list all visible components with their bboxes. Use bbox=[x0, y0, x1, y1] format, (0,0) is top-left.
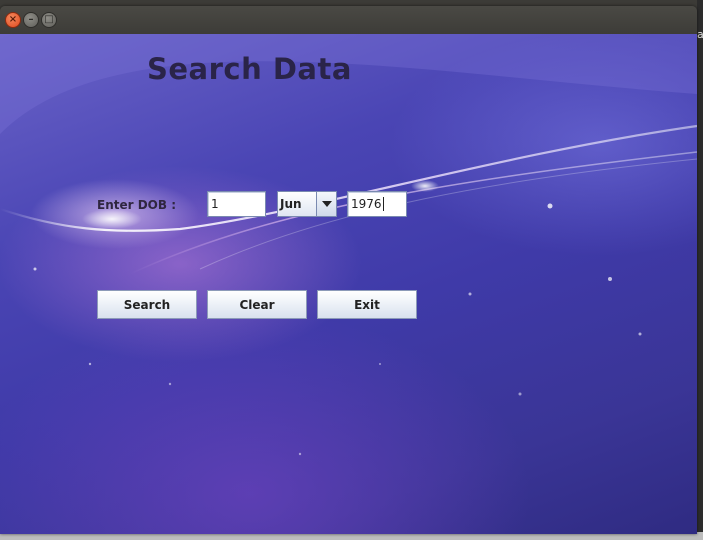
month-select[interactable]: Jun bbox=[277, 191, 337, 217]
page-title: Search Data bbox=[147, 52, 352, 86]
maximize-icon: □ bbox=[44, 14, 54, 25]
desktop-text-fragment: a bbox=[697, 28, 703, 41]
app-window: × – □ Search Data Enter DOB: 1 Jun 1976… bbox=[0, 6, 697, 534]
window-titlebar[interactable]: × – □ bbox=[0, 6, 697, 34]
space-background-art bbox=[0, 34, 697, 456]
search-button[interactable]: Search bbox=[97, 290, 197, 319]
day-value: 1 bbox=[211, 197, 219, 211]
month-selected-value: Jun bbox=[280, 197, 302, 211]
desktop-background: a bbox=[697, 0, 703, 540]
exit-button[interactable]: Exit bbox=[317, 290, 417, 319]
clear-button[interactable]: Clear bbox=[207, 290, 307, 319]
day-field[interactable]: 1 bbox=[207, 191, 266, 217]
year-value: 1976 bbox=[351, 197, 382, 211]
close-icon: × bbox=[8, 14, 18, 25]
chevron-down-icon bbox=[321, 201, 332, 207]
minimize-window-button[interactable]: – bbox=[23, 12, 39, 28]
year-field[interactable]: 1976 bbox=[347, 191, 407, 217]
dob-label: Enter DOB : bbox=[97, 198, 176, 212]
minimize-icon: – bbox=[28, 14, 34, 25]
text-caret bbox=[382, 197, 384, 211]
form-panel: Search Data Enter DOB : 1 Jun 1976 Searc… bbox=[0, 34, 697, 534]
maximize-window-button[interactable]: □ bbox=[41, 12, 57, 28]
month-dropdown-button[interactable] bbox=[316, 192, 336, 216]
close-window-button[interactable]: × bbox=[5, 12, 21, 28]
